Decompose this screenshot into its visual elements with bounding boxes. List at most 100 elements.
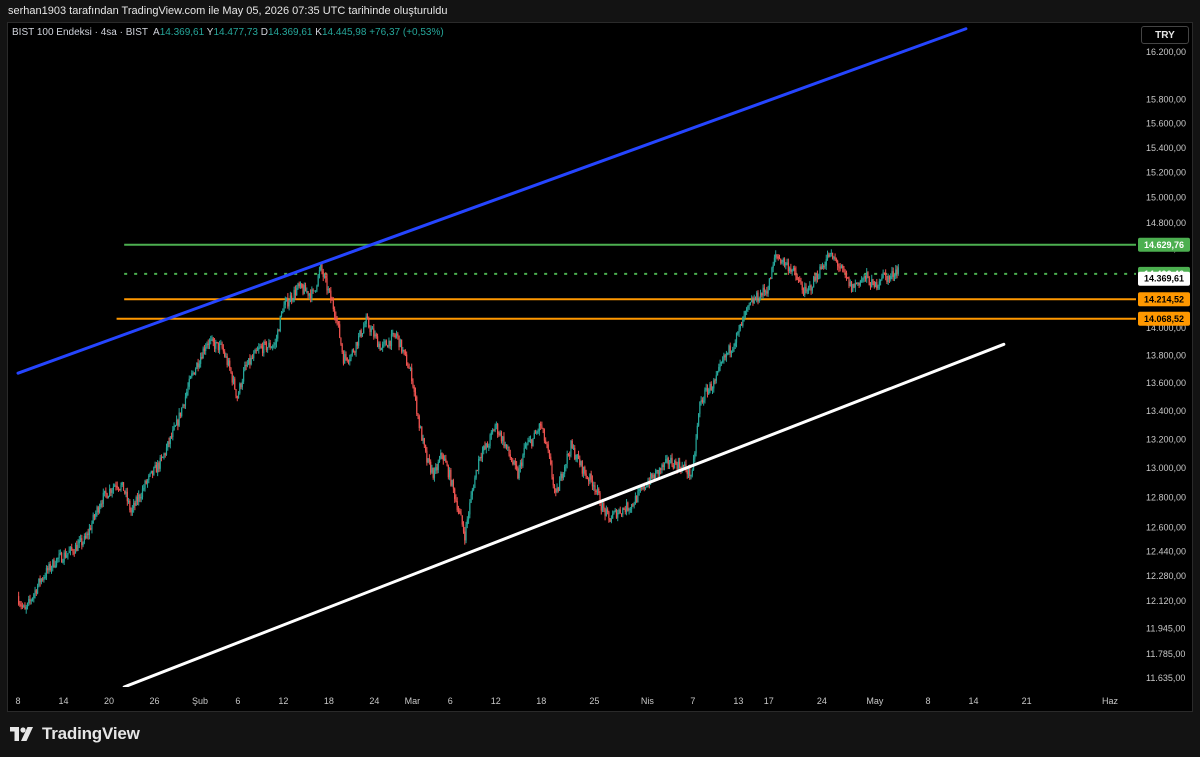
candle-body (256, 349, 259, 351)
candle-body (125, 491, 127, 494)
candle-body (90, 528, 92, 530)
price-chart[interactable]: 16.200,00 15.800,00 15.600,00 15.400,00 15.2… (0, 0, 1200, 757)
candle-body (98, 507, 101, 513)
ohlc-legend: BIST 100 Endeksi · 4sa · BIST A14.369,61… (12, 27, 444, 38)
candle-body (97, 507, 99, 513)
candle-body (598, 488, 600, 494)
candle-body (122, 482, 125, 491)
candle-body (341, 344, 343, 353)
level-price-tag: 14.068,52 (1144, 314, 1184, 324)
candle-body (658, 468, 661, 475)
candle-body (532, 438, 534, 446)
candle-body (673, 460, 676, 469)
candle-body (50, 567, 53, 571)
candle-body (419, 427, 422, 429)
candle-body (716, 371, 719, 376)
candle-body (617, 513, 619, 518)
y-tick-label: 12.800,00 (1146, 493, 1186, 503)
candle-body (270, 347, 273, 349)
candle-body (609, 518, 611, 522)
candle-body (430, 461, 432, 473)
candle-body (690, 475, 692, 477)
candle-body (197, 362, 199, 368)
y-tick-label: 13.000,00 (1146, 463, 1186, 473)
x-tick-label: 6 (448, 696, 453, 706)
x-tick-label: 18 (536, 696, 546, 706)
candle-body (28, 599, 30, 604)
x-tick-label: 26 (149, 696, 159, 706)
currency-button[interactable]: TRY (1141, 26, 1189, 44)
x-tick-label: 14 (968, 696, 978, 706)
candle-body (818, 277, 820, 279)
candle-body (351, 350, 353, 355)
candle-body (459, 511, 461, 513)
candle-body (490, 432, 492, 436)
x-tick-label: Mar (405, 696, 421, 706)
candle-body (531, 439, 533, 446)
candle-body (380, 348, 382, 351)
candle-body (162, 456, 164, 458)
candle-body (623, 508, 625, 510)
candle-body (373, 328, 375, 337)
candle-body (389, 340, 391, 347)
candle-body (467, 514, 470, 520)
candle-body (375, 334, 377, 337)
candle-body (45, 568, 48, 577)
candle-body (546, 443, 548, 445)
candle-body (871, 279, 873, 288)
candle-body (811, 287, 813, 291)
candle-body (663, 462, 666, 468)
candle-body (632, 504, 634, 506)
candle-body (446, 462, 448, 466)
candle-body (896, 269, 898, 274)
candle-body (62, 561, 64, 563)
candle-body (87, 533, 89, 535)
candle-body (486, 443, 489, 448)
legend-low-label: D (260, 27, 268, 38)
candle-body (392, 333, 394, 335)
candle-body (807, 287, 810, 291)
candle-body (724, 355, 726, 358)
candle-body (451, 480, 453, 486)
candle-body (675, 460, 677, 464)
candle-body (704, 389, 706, 401)
candle-body (91, 523, 93, 530)
candle-body (297, 283, 299, 289)
candle-body (303, 285, 305, 294)
candle-body (504, 444, 506, 447)
candle-body (462, 524, 465, 532)
candle-body (86, 533, 88, 538)
candle-body (893, 276, 896, 278)
candle-body (376, 336, 379, 348)
candle-body (359, 330, 361, 337)
candle-body (313, 290, 315, 292)
candle-body (828, 254, 830, 257)
candle-body (653, 474, 655, 479)
candle-body (241, 381, 243, 388)
candle-body (57, 558, 59, 560)
candle-body (510, 457, 513, 462)
candle-body (850, 281, 853, 292)
x-tick-label: 12 (491, 696, 501, 706)
candle-body (527, 442, 529, 445)
candle-body (670, 457, 672, 464)
candle-body (36, 585, 39, 594)
candle-body (38, 578, 40, 586)
candle-body (540, 423, 542, 426)
y-tick-label: 15.600,00 (1146, 118, 1186, 128)
candle-body (115, 485, 117, 487)
candle-body (159, 457, 161, 469)
candle-body (474, 477, 476, 488)
candle-body (34, 590, 36, 595)
candle-body (366, 316, 369, 319)
candle-body (478, 458, 480, 471)
candle-body (431, 467, 433, 473)
candle-body (304, 285, 307, 292)
candle-body (139, 494, 141, 499)
candle-body (133, 503, 135, 509)
candle-body (272, 346, 274, 348)
candle-body (33, 594, 35, 599)
candle-body (657, 470, 659, 475)
candle-body (550, 456, 552, 465)
candle-body (299, 283, 302, 287)
